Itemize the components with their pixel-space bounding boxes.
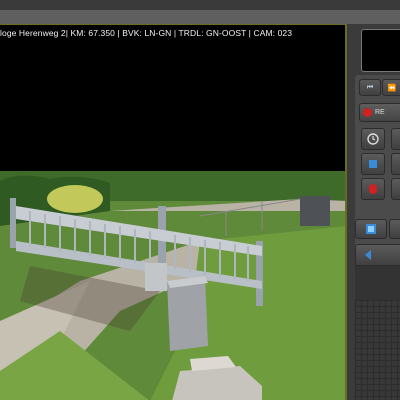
clock-extra-button[interactable] <box>391 128 400 150</box>
record-mic-button[interactable] <box>361 178 385 200</box>
rewind-icon: ⏪ <box>387 84 397 92</box>
back-arrow-icon <box>365 250 371 260</box>
panel-texture <box>355 300 400 400</box>
stop-button[interactable] <box>361 153 385 175</box>
record-dot-icon <box>363 108 372 117</box>
fullscreen-icon <box>366 224 376 234</box>
record-icon <box>369 184 377 194</box>
camera-info-overlay: loge Herenweg 2| KM: 67.350 | BVK: LN-GN… <box>0 28 293 38</box>
fullscreen-extra-button[interactable] <box>389 219 400 239</box>
skip-to-start-icon: ⏮ <box>366 83 374 91</box>
skip-to-start-button[interactable]: ⏮ <box>359 79 381 96</box>
clock-button[interactable] <box>361 128 385 150</box>
control-panel: ⏮ ⏪ RE <box>347 24 400 400</box>
back-button[interactable] <box>355 244 400 266</box>
camera-video-frame[interactable]: loge Herenweg 2| KM: 67.350 | BVK: LN-GN… <box>0 24 347 400</box>
preview-thumbnail[interactable] <box>361 29 400 72</box>
record-mic-extra-button[interactable] <box>391 178 400 200</box>
stop-extra-button[interactable] <box>391 153 400 175</box>
top-bar <box>0 0 400 10</box>
clock-icon <box>367 133 379 145</box>
record-button[interactable]: RE <box>359 103 400 122</box>
camera-feed-image <box>0 171 345 400</box>
record-label: RE <box>375 109 385 116</box>
stop-icon <box>369 160 377 168</box>
toolbar-strip <box>0 10 400 24</box>
fullscreen-button[interactable] <box>355 219 387 239</box>
rewind-button[interactable]: ⏪ <box>382 79 400 96</box>
